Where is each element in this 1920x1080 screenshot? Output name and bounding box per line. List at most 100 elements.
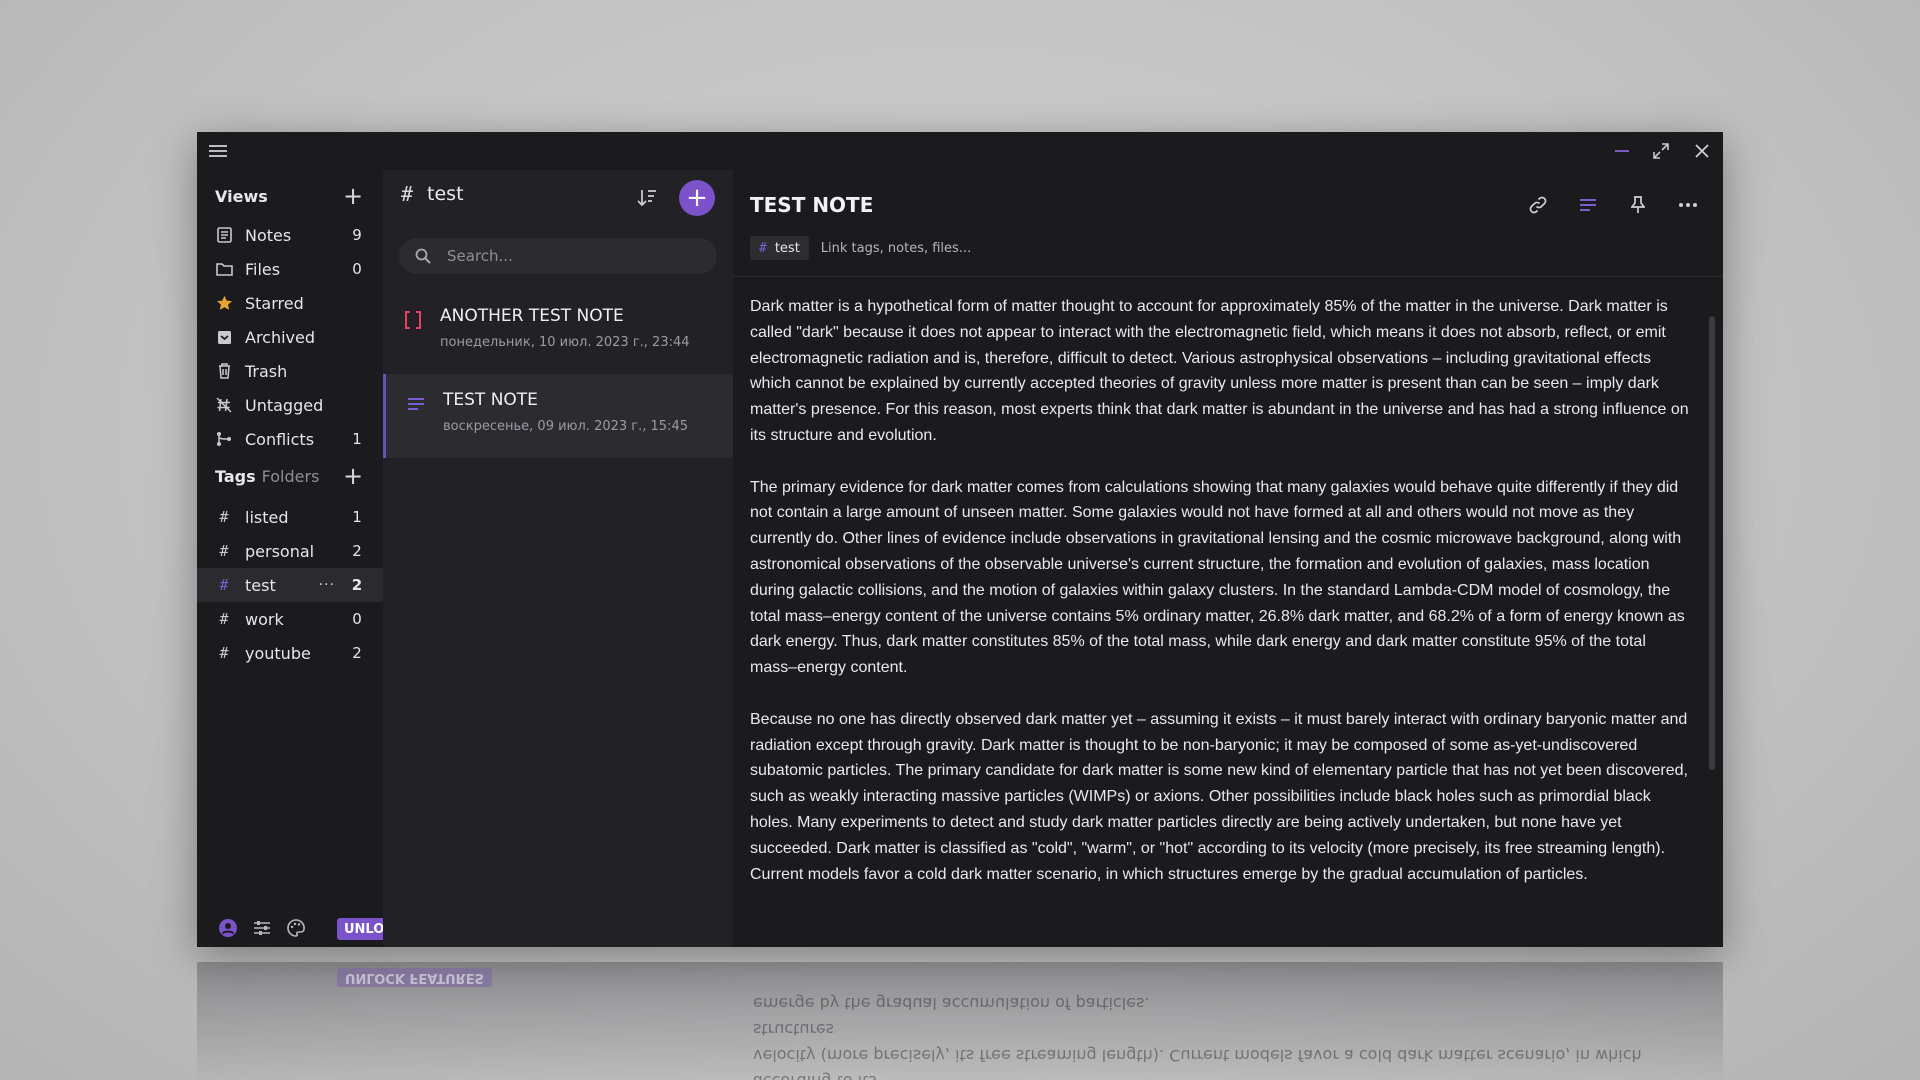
hash-icon: # [219, 644, 229, 662]
maximize-button[interactable] [1646, 138, 1676, 164]
folders-tab[interactable]: Folders [262, 467, 320, 486]
note-body[interactable]: Dark matter is a hypothetical form of ma… [750, 294, 1690, 913]
sidebar-item-label: Archived [245, 327, 316, 347]
editor-panel: TEST NOTE # test Dark matter is a hypoth… [733, 170, 1723, 947]
sidebar-footer: UNLOCK FEATURES [197, 909, 490, 947]
untagged-icon [215, 397, 233, 413]
reflection-unlock-badge: UNLOCK FEATURES [337, 968, 492, 987]
note-type-icon[interactable] [1573, 190, 1603, 220]
tag-label: test [245, 575, 276, 595]
archive-icon [215, 330, 233, 345]
note-list-header: # test [401, 182, 464, 206]
sidebar-item-untagged[interactable]: Untagged [197, 388, 383, 422]
sort-icon [637, 190, 656, 207]
preferences-icon[interactable] [249, 915, 275, 941]
sidebar: Views + Notes 9 Files 0 Starred Archived… [197, 170, 490, 947]
sidebar-item-count: 0 [352, 260, 362, 278]
sidebar-item-trash[interactable]: Trash [197, 354, 383, 388]
sidebar-tag-listed[interactable]: # listed 1 [197, 500, 383, 534]
sidebar-item-label: Starred [245, 293, 304, 313]
note-list-item-selected[interactable]: TEST NOTE воскресенье, 09 июл. 2023 г., … [383, 374, 736, 458]
link-icon[interactable] [1523, 190, 1553, 220]
sidebar-tag-work[interactable]: # work 0 [197, 602, 383, 636]
new-note-button[interactable]: + [679, 180, 715, 216]
note-title: ANOTHER TEST NOTE [440, 306, 624, 326]
tag-count: 2 [351, 576, 363, 594]
editor-toolbar [1503, 190, 1703, 220]
views-heading-label: Views [215, 186, 268, 206]
menu-icon[interactable] [209, 142, 227, 158]
trash-icon [215, 363, 233, 379]
search-box[interactable] [399, 238, 717, 274]
note-title-field[interactable]: TEST NOTE [750, 193, 873, 217]
folder-icon [215, 262, 233, 276]
pin-icon[interactable] [1623, 190, 1653, 220]
star-icon [215, 295, 233, 311]
more-options-icon[interactable] [1673, 190, 1703, 220]
sidebar-tag-personal[interactable]: # personal 2 [197, 534, 383, 568]
reflection-line: velocity (more precisely, its free strea… [753, 1020, 1642, 1065]
sidebar-item-starred[interactable]: Starred [197, 286, 383, 320]
plus-icon: + [686, 183, 708, 213]
note-paragraph: Dark matter is a hypothetical form of ma… [750, 298, 1689, 444]
sort-button[interactable] [635, 186, 659, 210]
tags-folders-heading: Tags Folders + [215, 462, 365, 490]
note-tag-chip[interactable]: # test [750, 236, 809, 260]
note-date: понедельник, 10 июл. 2023 г., 23:44 [440, 335, 690, 350]
window-reflection: UNLOCK FEATURES actively undertaken, but… [197, 962, 1723, 1080]
note-list-panel: # test + ANOTHER TEST NOTE понедельник, … [383, 170, 736, 947]
sidebar-item-label: Notes [245, 225, 292, 245]
hash-icon: # [219, 576, 229, 594]
tag-count: 2 [352, 644, 362, 662]
tag-count: 2 [352, 542, 362, 560]
editor-scrollbar[interactable] [1709, 316, 1715, 770]
hash-icon: # [759, 240, 767, 256]
tag-label: listed [245, 507, 289, 527]
note-date: воскресенье, 09 июл. 2023 г., 15:45 [443, 419, 688, 434]
search-input[interactable] [445, 246, 699, 266]
sidebar-item-count: 1 [352, 430, 362, 448]
sidebar-tag-youtube[interactable]: # youtube 2 [197, 636, 383, 670]
hash-icon: # [401, 182, 414, 206]
theme-palette-icon[interactable] [283, 915, 309, 941]
sidebar-item-label: Trash [245, 361, 288, 381]
note-paragraph: Because no one has directly observed dar… [750, 710, 1688, 883]
close-icon [1695, 144, 1709, 158]
add-view-button[interactable]: + [341, 182, 365, 210]
conflicts-icon [215, 431, 233, 447]
note-title: TEST NOTE [443, 390, 538, 410]
hash-icon: # [219, 610, 229, 628]
title-bar [197, 132, 1723, 170]
text-lines-icon [406, 394, 426, 414]
tag-more-button[interactable]: ··· [319, 577, 335, 593]
sidebar-item-label: Conflicts [245, 429, 315, 449]
notes-icon [215, 227, 233, 243]
maximize-icon [1653, 143, 1669, 159]
sidebar-item-label: Files [245, 259, 281, 279]
close-button[interactable] [1687, 138, 1717, 164]
views-heading: Views + [215, 182, 365, 210]
sidebar-tag-test[interactable]: # test ··· 2 [197, 568, 383, 602]
minimize-button[interactable] [1607, 138, 1637, 164]
note-tags-row: # test [750, 236, 1023, 260]
sidebar-item-archived[interactable]: Archived [197, 320, 383, 354]
tag-count: 0 [352, 610, 362, 628]
tag-label: work [245, 609, 284, 629]
tags-tab[interactable]: Tags [215, 467, 256, 486]
app-window: Views + Notes 9 Files 0 Starred Archived… [197, 132, 1723, 947]
account-icon[interactable] [215, 915, 241, 941]
sidebar-item-conflicts[interactable]: Conflicts 1 [197, 422, 383, 456]
minimize-icon [1615, 150, 1629, 152]
hash-icon: # [219, 508, 229, 526]
sidebar-item-notes[interactable]: Notes 9 [197, 218, 383, 252]
tag-label: youtube [245, 643, 311, 663]
editor-divider [733, 276, 1723, 277]
sidebar-item-files[interactable]: Files 0 [197, 252, 383, 286]
add-tag-button[interactable]: + [341, 462, 365, 490]
link-tags-input[interactable] [818, 239, 1023, 257]
sidebar-item-count: 9 [352, 226, 362, 244]
code-brackets-icon [403, 310, 423, 330]
search-icon [413, 246, 433, 266]
note-list-item[interactable]: ANOTHER TEST NOTE понедельник, 10 июл. 2… [383, 290, 733, 374]
sidebar-item-label: Untagged [245, 395, 324, 415]
